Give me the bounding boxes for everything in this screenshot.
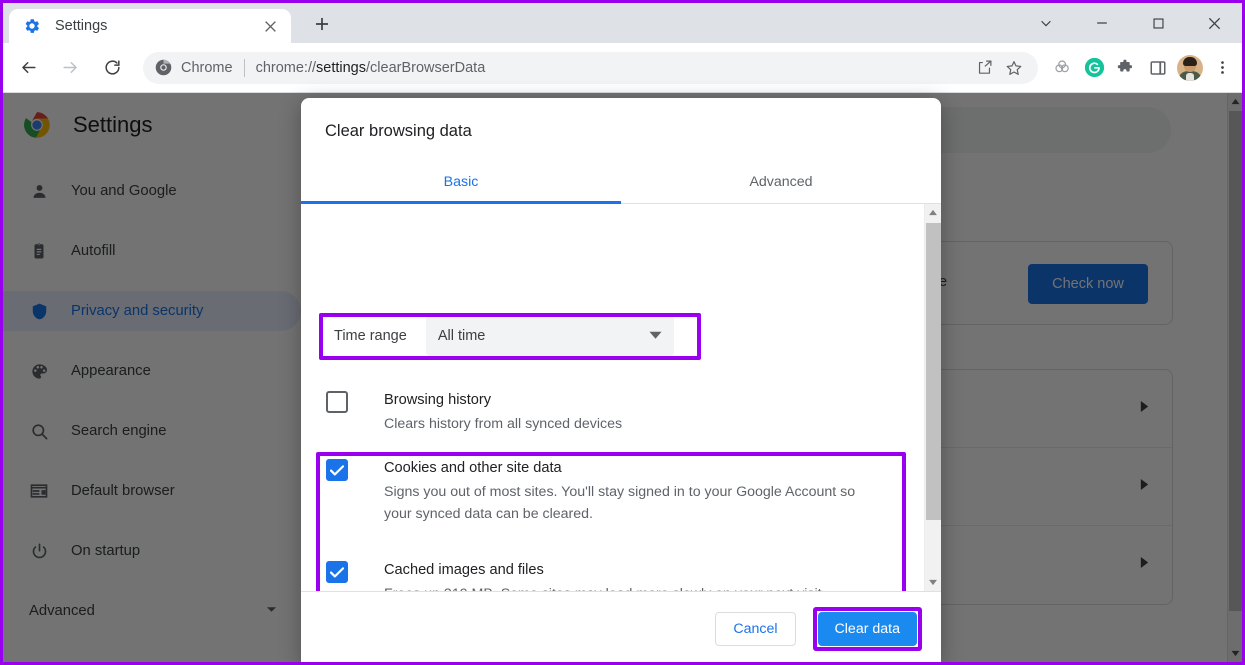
back-arrow-icon[interactable] — [11, 51, 45, 85]
browser-window: Settings Chrome chrome://settings/clearB… — [0, 0, 1245, 665]
checkbox-description: Signs you out of most sites. You'll stay… — [384, 484, 856, 522]
three-dot-menu-icon[interactable] — [1206, 52, 1238, 84]
rings-extension-icon[interactable] — [1046, 52, 1078, 84]
dialog-body: Time range All time Browsing history Cle… — [301, 204, 941, 591]
cookies-checkbox[interactable] — [326, 459, 348, 481]
share-icon[interactable] — [970, 54, 998, 82]
browser-toolbar: Chrome chrome://settings/clearBrowserDat… — [3, 43, 1242, 93]
dialog-title: Clear browsing data — [325, 122, 472, 140]
omnibox-separator — [243, 58, 245, 77]
time-range-select[interactable]: All time — [425, 316, 674, 356]
cancel-button[interactable]: Cancel — [715, 611, 796, 646]
omnibox-url: chrome://settings/clearBrowserData — [255, 59, 486, 76]
time-range-control: Time range All time — [326, 316, 674, 356]
clear-data-button[interactable]: Clear data — [817, 611, 917, 646]
time-range-label: Time range — [334, 328, 407, 344]
checkbox-title: Cached images and files — [384, 562, 544, 578]
dialog-scrollbar[interactable] — [924, 204, 941, 591]
window-controls — [1018, 3, 1242, 43]
forward-arrow-icon[interactable] — [53, 51, 87, 85]
omnibox-scheme-label: Chrome — [181, 59, 233, 76]
dialog-scroll-area: Time range All time Browsing history Cle… — [301, 204, 924, 591]
cached-images-checkbox[interactable] — [326, 561, 348, 583]
checkbox-title: Browsing history — [384, 392, 492, 408]
close-icon[interactable] — [259, 15, 281, 37]
grammarly-extension-icon[interactable] — [1078, 52, 1110, 84]
browser-tab-settings[interactable]: Settings — [9, 9, 291, 43]
checkbox-text: Cookies and other site data Signs you ou… — [384, 457, 881, 525]
address-bar[interactable]: Chrome chrome://settings/clearBrowserDat… — [143, 51, 1038, 84]
tab-strip: Settings — [3, 3, 1242, 43]
checkbox-description: Frees up 319 MB. Some sites may load mor… — [384, 583, 826, 591]
reload-icon[interactable] — [95, 51, 129, 85]
tab-advanced[interactable]: Advanced — [621, 161, 941, 203]
star-icon[interactable] — [1000, 54, 1028, 82]
checkbox-row-browsing-history[interactable]: Browsing history Clears history from all… — [301, 389, 901, 435]
clear-data-highlight: Clear data — [812, 606, 922, 651]
clear-browsing-data-dialog: Clear browsing data Basic Advanced Time … — [301, 98, 941, 662]
checkbox-row-cookies[interactable]: Cookies and other site data Signs you ou… — [301, 457, 881, 525]
avatar — [1177, 54, 1203, 81]
time-range-value: All time — [437, 328, 486, 344]
scroll-up-arrow-icon[interactable] — [925, 204, 941, 221]
checkbox-title: Cookies and other site data — [384, 460, 562, 476]
chrome-icon — [153, 58, 173, 78]
new-tab-button[interactable] — [305, 7, 339, 41]
extension-icons — [1046, 52, 1242, 84]
dropdown-caret-icon — [649, 327, 662, 345]
tab-title: Settings — [55, 18, 108, 34]
dialog-footer: Cancel Clear data — [301, 591, 941, 662]
settings-gear-icon — [23, 17, 41, 35]
tab-basic[interactable]: Basic — [301, 161, 621, 204]
maximize-icon[interactable] — [1130, 3, 1186, 43]
close-icon[interactable] — [1186, 3, 1242, 43]
chevron-down-icon[interactable] — [1018, 3, 1074, 43]
browsing-history-checkbox[interactable] — [326, 391, 348, 413]
checkbox-text: Cached images and files Frees up 319 MB.… — [384, 559, 826, 591]
checkbox-text: Browsing history Clears history from all… — [384, 389, 622, 435]
dialog-tabs: Basic Advanced — [301, 161, 941, 204]
side-panel-icon[interactable] — [1142, 52, 1174, 84]
checkbox-description: Clears history from all synced devices — [384, 416, 623, 432]
dialog-scrollbar-thumb[interactable] — [926, 223, 941, 520]
omnibox-actions — [970, 54, 1030, 82]
scroll-down-arrow-icon[interactable] — [925, 574, 941, 591]
profile-avatar[interactable] — [1174, 52, 1206, 84]
checkbox-row-cached-images[interactable]: Cached images and files Frees up 319 MB.… — [301, 559, 891, 591]
minimize-icon[interactable] — [1074, 3, 1130, 43]
puzzle-extensions-icon[interactable] — [1110, 52, 1142, 84]
